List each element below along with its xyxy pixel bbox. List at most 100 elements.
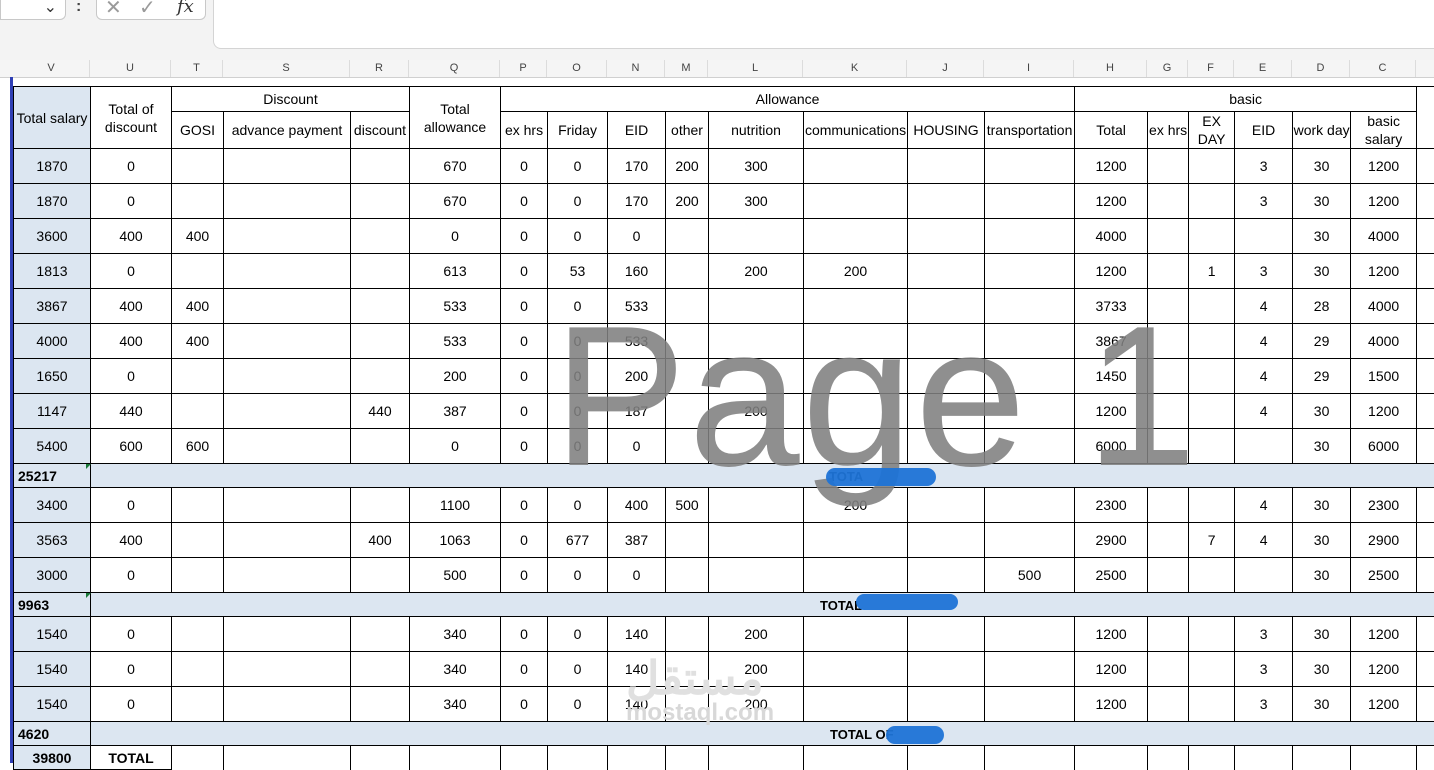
cell-c[interactable]: 1200 [1351, 652, 1417, 687]
cell-m[interactable] [666, 429, 709, 464]
header-discount-group[interactable]: Discount [172, 87, 410, 112]
cell-e[interactable] [1235, 558, 1293, 593]
cell-j[interactable] [908, 394, 985, 429]
cell-h[interactable]: 1200 [1075, 149, 1148, 184]
cell-l[interactable] [709, 359, 804, 394]
cell-d[interactable]: 30 [1293, 652, 1351, 687]
cell-g[interactable] [1148, 254, 1189, 289]
cell-f[interactable] [1189, 149, 1235, 184]
empty-cell[interactable] [1148, 746, 1189, 770]
cell-m[interactable] [666, 558, 709, 593]
cell-e[interactable]: 3 [1235, 687, 1293, 722]
cell-j[interactable] [908, 488, 985, 523]
cell-t[interactable]: 400 [172, 219, 224, 254]
empty-cell[interactable] [501, 746, 548, 770]
cell-u[interactable]: 0 [91, 254, 172, 289]
cell-i[interactable] [985, 523, 1075, 558]
cell-k[interactable] [804, 359, 908, 394]
cell-m[interactable] [666, 394, 709, 429]
cell-p[interactable]: 0 [501, 488, 548, 523]
cell-f[interactable] [1189, 652, 1235, 687]
column-header-l[interactable]: L [708, 60, 803, 77]
cell-q[interactable]: 1100 [410, 488, 501, 523]
cell-m[interactable] [666, 687, 709, 722]
empty-cell[interactable] [224, 746, 351, 770]
cell-n[interactable]: 170 [608, 149, 666, 184]
cell-t[interactable] [172, 359, 224, 394]
cell-p[interactable]: 0 [501, 324, 548, 359]
cell-l[interactable] [709, 324, 804, 359]
column-header-o[interactable]: O [547, 60, 607, 77]
empty-cell[interactable] [1351, 746, 1417, 770]
cell-u[interactable]: 400 [91, 523, 172, 558]
cell-v[interactable]: 5400 [14, 429, 91, 464]
cell-d[interactable]: 30 [1293, 149, 1351, 184]
cell-i[interactable] [985, 429, 1075, 464]
cell-h[interactable]: 3733 [1075, 289, 1148, 324]
cell-i[interactable] [985, 394, 1075, 429]
empty-cell[interactable] [709, 746, 804, 770]
empty-cell[interactable] [608, 746, 666, 770]
cell-v[interactable]: 1147 [14, 394, 91, 429]
cell-n[interactable]: 387 [608, 523, 666, 558]
cell-f[interactable]: 7 [1189, 523, 1235, 558]
cell-j[interactable] [908, 523, 985, 558]
cell-t[interactable]: 400 [172, 289, 224, 324]
header-transportation[interactable]: transportation [985, 112, 1075, 149]
cell-k[interactable]: 200 [804, 488, 908, 523]
grand-total-sum[interactable]: 39800 [14, 746, 91, 770]
cell-p[interactable]: 0 [501, 359, 548, 394]
cell-d[interactable]: 30 [1293, 219, 1351, 254]
cell-p[interactable]: 0 [501, 149, 548, 184]
chevron-down-icon[interactable]: ⌄ [44, 0, 57, 17]
empty-cell[interactable] [1417, 488, 1434, 523]
spreadsheet-grid[interactable]: Total salary Total of discount Discount … [13, 86, 1434, 770]
header-total-allowance[interactable]: Total allowance [410, 87, 501, 149]
cell-l[interactable]: 200 [709, 617, 804, 652]
cell-n[interactable]: 140 [608, 652, 666, 687]
cell-f[interactable] [1189, 488, 1235, 523]
empty-cell[interactable] [1417, 87, 1434, 149]
cell-s[interactable] [224, 488, 351, 523]
cell-f[interactable] [1189, 394, 1235, 429]
cell-d[interactable]: 30 [1293, 184, 1351, 219]
cell-c[interactable]: 4000 [1351, 219, 1417, 254]
cell-c[interactable]: 4000 [1351, 289, 1417, 324]
cell-q[interactable]: 340 [410, 687, 501, 722]
column-header-q[interactable]: Q [409, 60, 500, 77]
cell-d[interactable]: 30 [1293, 558, 1351, 593]
insert-function-icon[interactable]: fx [177, 0, 194, 17]
cell-k[interactable] [804, 394, 908, 429]
empty-cell[interactable] [1417, 359, 1434, 394]
cell-g[interactable] [1148, 558, 1189, 593]
cell-n[interactable]: 0 [608, 429, 666, 464]
cell-t[interactable] [172, 558, 224, 593]
empty-cell[interactable] [1417, 429, 1434, 464]
header-housing[interactable]: HOUSING [908, 112, 985, 149]
cell-e[interactable]: 3 [1235, 149, 1293, 184]
cell-m[interactable]: 200 [666, 149, 709, 184]
column-header-h[interactable]: H [1074, 60, 1147, 77]
column-header-v[interactable]: V [13, 60, 90, 77]
cell-p[interactable]: 0 [501, 523, 548, 558]
cell-e[interactable]: 4 [1235, 289, 1293, 324]
cell-e[interactable]: 4 [1235, 359, 1293, 394]
cell-k[interactable] [804, 429, 908, 464]
cell-i[interactable] [985, 359, 1075, 394]
cell-h[interactable]: 1450 [1075, 359, 1148, 394]
cell-m[interactable] [666, 254, 709, 289]
cell-p[interactable]: 0 [501, 394, 548, 429]
header-total-of-discount[interactable]: Total of discount [91, 87, 172, 149]
subtotal-label-cell[interactable]: TOTA [91, 464, 1434, 488]
cell-j[interactable] [908, 617, 985, 652]
cell-o[interactable]: 0 [548, 149, 608, 184]
cell-s[interactable] [224, 617, 351, 652]
cell-o[interactable]: 0 [548, 184, 608, 219]
cell-v[interactable]: 1540 [14, 687, 91, 722]
cell-s[interactable] [224, 254, 351, 289]
cell-v[interactable]: 3563 [14, 523, 91, 558]
cell-u[interactable]: 400 [91, 289, 172, 324]
cell-n[interactable]: 200 [608, 359, 666, 394]
cell-c[interactable]: 1200 [1351, 687, 1417, 722]
header-other[interactable]: other [666, 112, 709, 149]
